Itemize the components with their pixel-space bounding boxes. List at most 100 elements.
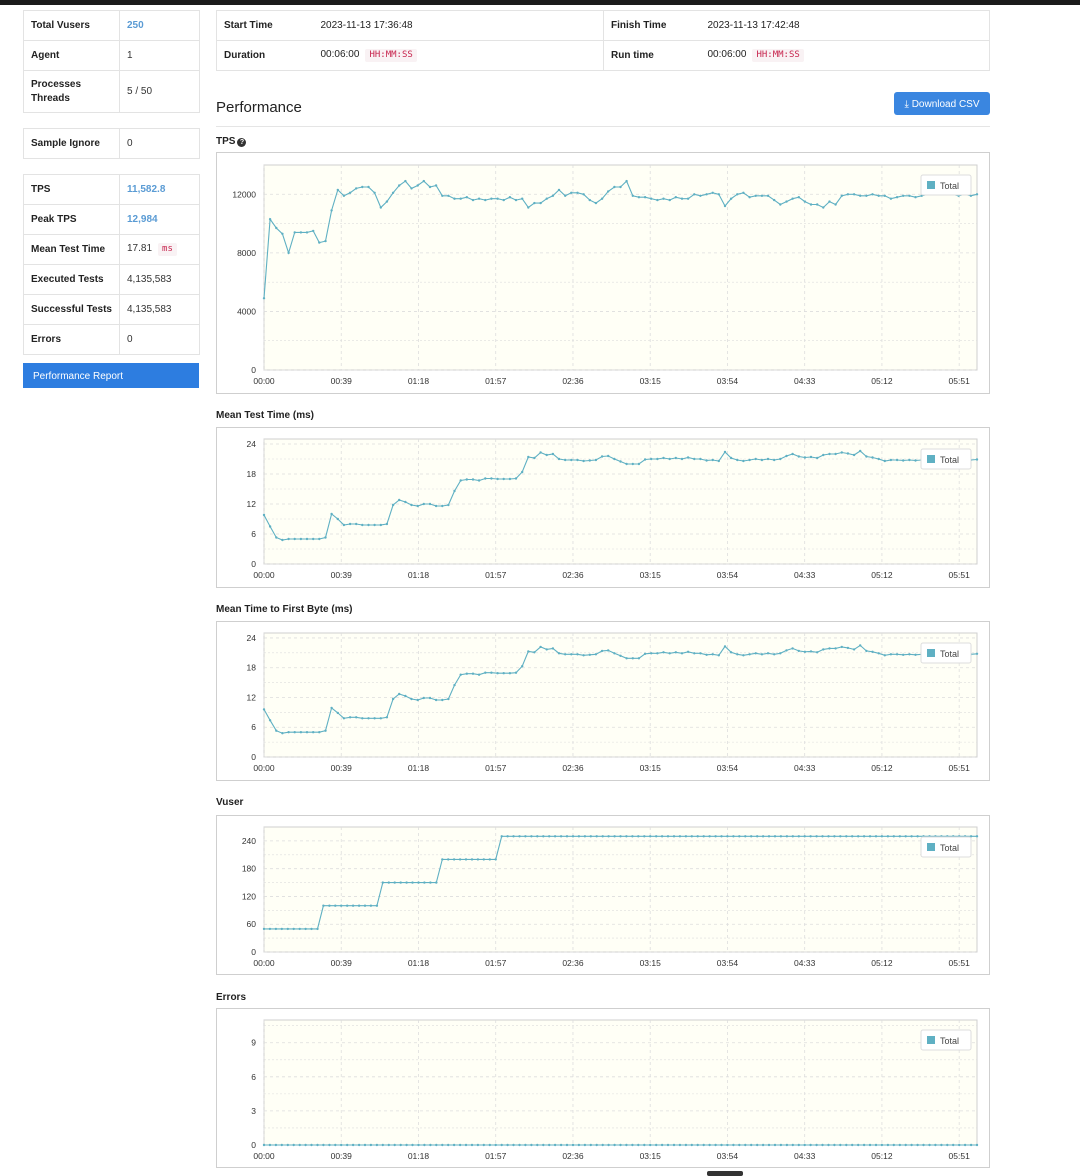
vuser-data-point xyxy=(274,927,278,931)
errors-data-point xyxy=(910,1143,913,1147)
mtt-data-point xyxy=(699,457,702,461)
mtt-data-point xyxy=(582,459,585,463)
mtt-data-point xyxy=(312,537,315,541)
ttfb-data-point xyxy=(281,732,284,735)
ttfb-data-point xyxy=(508,672,512,675)
ttfb-data-point xyxy=(809,650,813,653)
vuser-data-point xyxy=(655,835,658,838)
mtt-y-tick-label: 18 xyxy=(247,469,257,479)
ttfb-data-point xyxy=(447,697,450,701)
tps-chart-svg: 0 4000 8000 12000 00:00 00:39 01:18 01:57 02:36 0… xyxy=(232,164,979,386)
duration-format: HH:MM:SS xyxy=(365,49,417,62)
mtt-data-point xyxy=(773,458,776,462)
tps-label: TPS xyxy=(23,174,120,205)
mtt-data-point xyxy=(631,462,634,466)
errors-data-point xyxy=(898,1143,901,1147)
scrollbar-thumb[interactable] xyxy=(707,1171,743,1176)
start-time-value: 2023-11-13 17:36:48 xyxy=(313,10,604,41)
ttfb-data-point xyxy=(391,697,395,701)
tps-chart-title-text: TPS xyxy=(216,136,236,147)
errors-data-point xyxy=(524,1143,527,1147)
errors-data-point xyxy=(518,1143,521,1147)
ttfb-data-point xyxy=(686,650,690,653)
mtt-plot-area xyxy=(263,438,978,565)
mtt-data-point xyxy=(373,523,376,527)
tps-legend-swatch xyxy=(927,181,935,189)
tps-data-point xyxy=(748,196,751,199)
tps-data-point xyxy=(441,194,444,197)
ttfb-x-tick-label: 03:15 xyxy=(640,763,662,773)
vuser-data-point xyxy=(441,858,444,861)
mtt-data-point xyxy=(484,477,487,480)
ttfb-data-point xyxy=(588,653,591,656)
ttfb-data-point xyxy=(803,650,807,653)
run-time-label: Run time xyxy=(603,40,701,71)
ttfb-data-point xyxy=(607,649,610,652)
tps-x-tick-label: 00:00 xyxy=(253,376,275,386)
tps-data-point xyxy=(434,184,438,187)
mtt-y-tick-label: 0 xyxy=(251,559,256,569)
finish-time-label: Finish Time xyxy=(603,10,701,41)
tps-data-point xyxy=(496,197,499,200)
errors-data-point xyxy=(340,1143,343,1147)
tps-data-point xyxy=(852,193,856,196)
tps-data-point xyxy=(275,226,278,230)
tps-data-point xyxy=(398,184,401,187)
ttfb-data-point xyxy=(889,653,893,656)
vuser-data-point xyxy=(744,835,747,838)
mtt-data-point xyxy=(490,477,493,480)
download-csv-button[interactable]: ⤓ Download CSV xyxy=(894,92,990,115)
mtt-data-point xyxy=(348,522,352,526)
total-vusers-value: 250 xyxy=(119,10,200,41)
ttfb-x-tick-label: 00:39 xyxy=(331,763,353,773)
vuser-data-point xyxy=(286,927,289,931)
tps-data-point xyxy=(656,198,659,202)
ttfb-data-point xyxy=(551,647,555,650)
errors-data-point xyxy=(868,1143,872,1147)
tps-x-tick-label: 00:39 xyxy=(331,376,353,386)
tps-x-tick-label: 03:15 xyxy=(640,376,662,386)
vuser-data-point xyxy=(494,858,497,861)
run-time-cell: 00:06:00 HH:MM:SS xyxy=(700,40,990,71)
tps-chart-title: TPS? xyxy=(216,136,247,147)
tps-data-point xyxy=(803,200,807,203)
ttfb-chart: 0 6 12 18 24 00:00 00:39 01:18 01:57 02:36 03:15 03… xyxy=(216,621,990,781)
performance-divider xyxy=(216,126,990,127)
vuser-y-tick-label: 180 xyxy=(242,864,256,874)
vuser-data-point xyxy=(880,835,884,838)
mtt-data-point xyxy=(318,537,321,541)
mtt-data-point xyxy=(637,462,641,466)
ttfb-data-point xyxy=(816,651,819,654)
tps-data-point xyxy=(975,193,979,196)
ttfb-data-point xyxy=(600,649,604,653)
ttfb-data-point xyxy=(305,731,309,734)
errors-data-point xyxy=(405,1143,408,1147)
errors-data-point xyxy=(821,1143,824,1147)
mtt-data-point xyxy=(471,478,475,481)
start-time-label: Start Time xyxy=(216,10,314,41)
tps-data-point xyxy=(324,239,327,243)
vuser-data-point xyxy=(672,835,676,838)
mtt-data-point xyxy=(496,477,499,481)
errors-data-point xyxy=(750,1143,753,1147)
tps-data-point xyxy=(348,191,352,194)
ttfb-data-point xyxy=(895,653,899,656)
performance-report-button[interactable]: Performance Report xyxy=(23,363,199,388)
run-time-value: 00:06:00 xyxy=(707,49,747,60)
vuser-data-point xyxy=(310,927,313,931)
mtt-data-point xyxy=(650,457,653,461)
tps-data-point xyxy=(674,196,677,199)
ttfb-data-point xyxy=(428,696,432,700)
ttfb-data-point xyxy=(490,671,493,674)
tps-legend-label: Total xyxy=(940,181,959,191)
tps-data-point xyxy=(816,203,819,206)
tps-y-tick-label: 0 xyxy=(251,365,256,375)
vuser-data-point xyxy=(613,835,616,838)
errors-plot-area xyxy=(263,1019,978,1146)
mtt-data-point xyxy=(361,523,364,527)
mtt-y-tick-label: 12 xyxy=(247,499,257,509)
test-info-table: Start Time 2023-11-13 17:36:48 Finish Ti… xyxy=(216,10,990,71)
errors-data-point xyxy=(548,1143,551,1147)
errors-legend-label: Total xyxy=(940,1036,959,1046)
question-circle-icon[interactable]: ? xyxy=(237,138,247,147)
